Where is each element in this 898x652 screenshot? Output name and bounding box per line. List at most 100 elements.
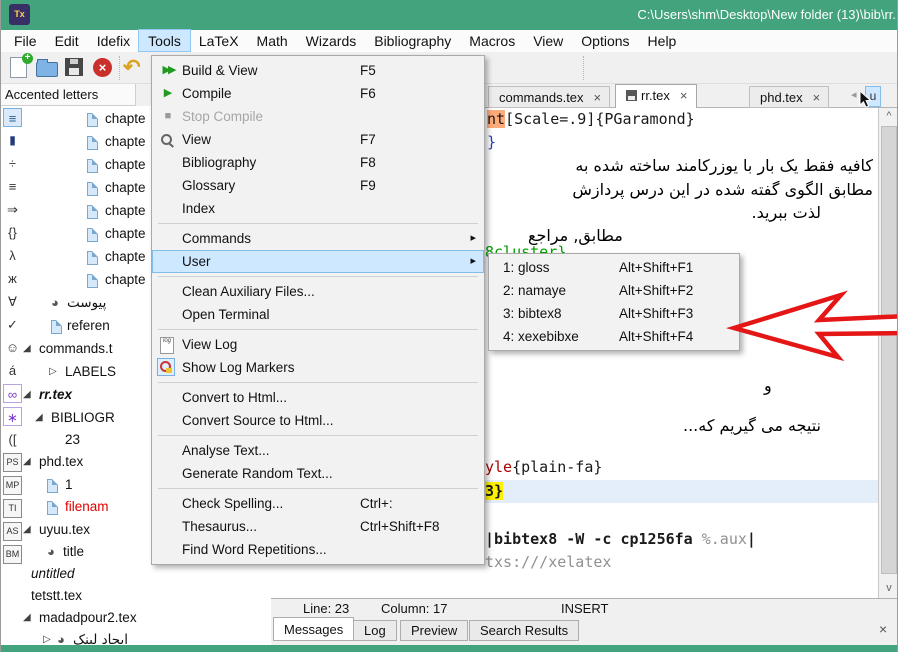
submenu-item-gloss[interactable]: 1: glossAlt+Shift+F1 (489, 256, 739, 279)
tree-item-label: title (63, 544, 84, 559)
expander-icon[interactable]: ▷ (43, 634, 51, 645)
lambda-icon[interactable]: λ (3, 246, 22, 265)
arrow-icon[interactable]: ⇒ (3, 200, 22, 219)
tab-preview[interactable]: Preview (400, 620, 468, 641)
menu-item-generate-random-text[interactable]: Generate Random Text... (152, 462, 484, 485)
tab-messages[interactable]: Messages (273, 617, 354, 641)
bm-icon[interactable]: BM (3, 545, 22, 564)
expander-icon[interactable]: ◢ (23, 524, 31, 535)
log-page-icon: log (160, 337, 174, 354)
accent-icon[interactable]: á (3, 361, 22, 380)
infinity-icon[interactable]: ∞ (3, 384, 22, 403)
submenu-shortcut: Alt+Shift+F1 (619, 256, 693, 279)
forall-icon[interactable]: ∀ (3, 292, 22, 311)
scroll-up-arrow[interactable]: ^ (879, 110, 898, 122)
expander-icon[interactable]: ◢ (23, 389, 31, 400)
menu-item-check-spelling[interactable]: Check Spelling...Ctrl+: (152, 492, 484, 515)
menu-item-open-terminal[interactable]: Open Terminal (152, 303, 484, 326)
menu-item-thesaurus[interactable]: Thesaurus...Ctrl+Shift+F8 (152, 515, 484, 538)
menubar-item-math[interactable]: Math (248, 30, 297, 51)
menu-item-bibliography[interactable]: BibliographyF8 (152, 151, 484, 174)
menu-item-glossary[interactable]: GlossaryF9 (152, 174, 484, 197)
menubar-item-bibliography[interactable]: Bibliography (365, 30, 460, 51)
menu-item-clean-auxiliary-files[interactable]: Clean Auxiliary Files... (152, 280, 484, 303)
expander-icon[interactable]: ◢ (23, 343, 31, 354)
smiley-icon[interactable]: ☺ (3, 338, 22, 357)
tab-search-results[interactable]: Search Results (469, 620, 579, 641)
code-text: |bibtex8 -W -c cp1256fa (485, 530, 702, 548)
menu-item-show-log-markers[interactable]: Show Log Markers (152, 356, 484, 379)
open-file-button[interactable] (35, 56, 59, 80)
expander-icon[interactable]: ◢ (35, 412, 43, 423)
tab-commands-tex[interactable]: commands.tex× (488, 86, 610, 108)
divide-icon[interactable]: ÷ (3, 154, 22, 173)
menubar-item-tools[interactable]: Tools (139, 30, 190, 51)
mp-icon[interactable]: MP (3, 476, 22, 495)
asterisk-icon[interactable]: ∗ (3, 407, 22, 426)
menubar-item-wizards[interactable]: Wizards (297, 30, 366, 51)
close-icon[interactable]: × (594, 90, 602, 105)
lines-icon[interactable]: ≡ (3, 177, 22, 196)
status-column: Column: 17 (381, 601, 447, 616)
log-markers-icon (157, 358, 175, 376)
tab-log[interactable]: Log (353, 620, 397, 641)
menubar-item-file[interactable]: File (5, 30, 46, 51)
latex-command: yle (485, 458, 512, 476)
scrollbar-thumb[interactable] (881, 126, 897, 574)
menu-shortcut: F5 (360, 59, 376, 82)
menu-item-label: Convert Source to Html... (182, 413, 334, 428)
submenu-item-namaye[interactable]: 2: namayeAlt+Shift+F2 (489, 279, 739, 302)
menubar-item-macros[interactable]: Macros (460, 30, 524, 51)
editor-scrollbar[interactable]: ^ v (878, 108, 898, 598)
as-icon[interactable]: AS (3, 522, 22, 541)
menubar-item-edit[interactable]: Edit (46, 30, 88, 51)
user-submenu: 1: glossAlt+Shift+F1 2: namayeAlt+Shift+… (488, 253, 740, 351)
close-file-button[interactable]: × (91, 56, 115, 80)
bookmark-icon[interactable]: ▮ (3, 131, 22, 150)
check-icon[interactable]: ✓ (3, 315, 22, 334)
ps-icon[interactable]: PS (3, 453, 22, 472)
menubar-item-idefix[interactable]: Idefix (88, 30, 139, 51)
expander-icon[interactable]: ◢ (23, 612, 31, 623)
scroll-down-arrow[interactable]: v (879, 582, 898, 594)
tab-phd-tex[interactable]: phd.tex× (749, 86, 829, 108)
undo-button[interactable]: ↶ (123, 56, 147, 80)
braces-icon[interactable]: {} (3, 223, 22, 242)
menu-item-convert-to-html[interactable]: Convert to Html... (152, 386, 484, 409)
menu-item-view[interactable]: ViewF7 (152, 128, 484, 151)
submenu-item-xexebibxe[interactable]: 4: xexebibxeAlt+Shift+F4 (489, 325, 739, 348)
code-line: |bibtex8 -W -c cp1256fa %.aux| (485, 530, 756, 548)
cyrillic-icon[interactable]: ж (3, 269, 22, 288)
ti-icon[interactable]: TI (3, 499, 22, 518)
unsaved-floppy-icon (626, 90, 637, 101)
menubar-item-help[interactable]: Help (639, 30, 686, 51)
menubar-item-options[interactable]: Options (572, 30, 638, 51)
menubar-item-latex[interactable]: LaTeX (190, 30, 248, 51)
menu-item-find-word-repetitions[interactable]: Find Word Repetitions... (152, 538, 484, 561)
close-icon[interactable]: × (680, 88, 688, 103)
menu-item-convert-source-to-html[interactable]: Convert Source to Html... (152, 409, 484, 432)
structure-icon[interactable]: ≡ (3, 108, 22, 127)
menu-item-index[interactable]: Index (152, 197, 484, 220)
menu-item-analyse-text[interactable]: Analyse Text... (152, 439, 484, 462)
expander-icon[interactable]: ▷ (49, 366, 57, 377)
menu-item-view-log[interactable]: logView Log (152, 333, 484, 356)
save-button[interactable] (63, 56, 87, 80)
menu-item-build-view[interactable]: ▶▶Build & ViewF5 (152, 59, 484, 82)
new-document-button[interactable]: + (7, 56, 31, 80)
application-window: Tx C:\Users\shm\Desktop\New folder (13)\… (0, 0, 898, 652)
code-text: | (747, 530, 756, 548)
menubar-item-view[interactable]: View (524, 30, 572, 51)
bracket-icon[interactable]: ([ (3, 430, 22, 449)
menu-item-compile[interactable]: ▶CompileF6 (152, 82, 484, 105)
tab-rr-tex[interactable]: rr.tex× (615, 84, 697, 108)
menu-separator (158, 276, 478, 277)
menu-item-user[interactable]: User▸ (152, 250, 484, 273)
expander-icon[interactable]: ◢ (23, 456, 31, 467)
submenu-item-bibtex8[interactable]: 3: bibtex8Alt+Shift+F3 (489, 302, 739, 325)
tab-scroll-left-button[interactable]: ◂ (851, 88, 857, 101)
close-icon[interactable]: × (813, 90, 821, 105)
menu-item-commands[interactable]: Commands▸ (152, 227, 484, 250)
close-panel-icon[interactable]: × (879, 621, 887, 637)
menu-separator (158, 488, 478, 489)
